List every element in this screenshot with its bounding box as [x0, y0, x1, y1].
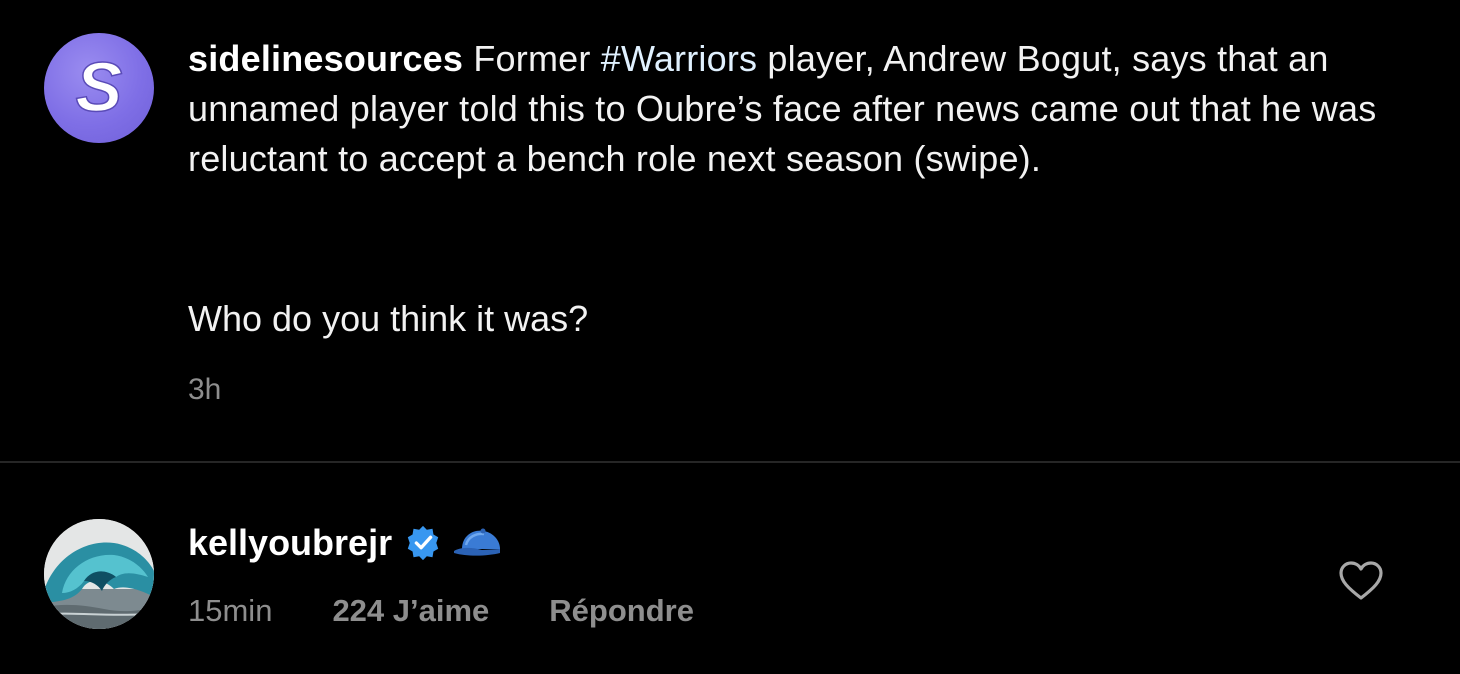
comment-meta: 15min 224 J’aime Répondre	[188, 591, 694, 631]
blue-cap-icon	[454, 528, 501, 556]
avatar-letter: S	[76, 48, 123, 126]
post-timestamp: 3h	[188, 373, 222, 406]
verified-badge-icon	[407, 525, 439, 561]
comment-likes-count[interactable]: 224 J’aime	[332, 591, 489, 631]
wave-image-icon	[44, 519, 154, 629]
heart-outline-icon[interactable]	[1338, 560, 1384, 602]
post-username[interactable]: sidelinesources	[188, 38, 463, 79]
comment-username-row: kellyoubrejr	[188, 520, 508, 566]
sidelinesources-avatar[interactable]: S	[44, 33, 154, 143]
reply-button[interactable]: Répondre	[549, 591, 694, 631]
caption-text: sidelinesources Former #Warriors player,…	[188, 34, 1408, 184]
caption-part-1: Former	[473, 38, 601, 79]
caption-question: Who do you think it was?	[188, 298, 589, 339]
s-logo-icon: S	[75, 47, 123, 127]
post-caption: S sidelinesources Former #Warriors playe…	[0, 0, 1460, 462]
comment-row: kellyoubrejr 15min 224 J’aime Répondre	[0, 463, 1460, 674]
kellyoubrejr-avatar[interactable]	[44, 519, 154, 629]
hashtag-link[interactable]: #Warriors	[601, 38, 757, 79]
comment-timestamp: 15min	[188, 593, 273, 628]
comment-username[interactable]: kellyoubrejr	[188, 520, 392, 566]
